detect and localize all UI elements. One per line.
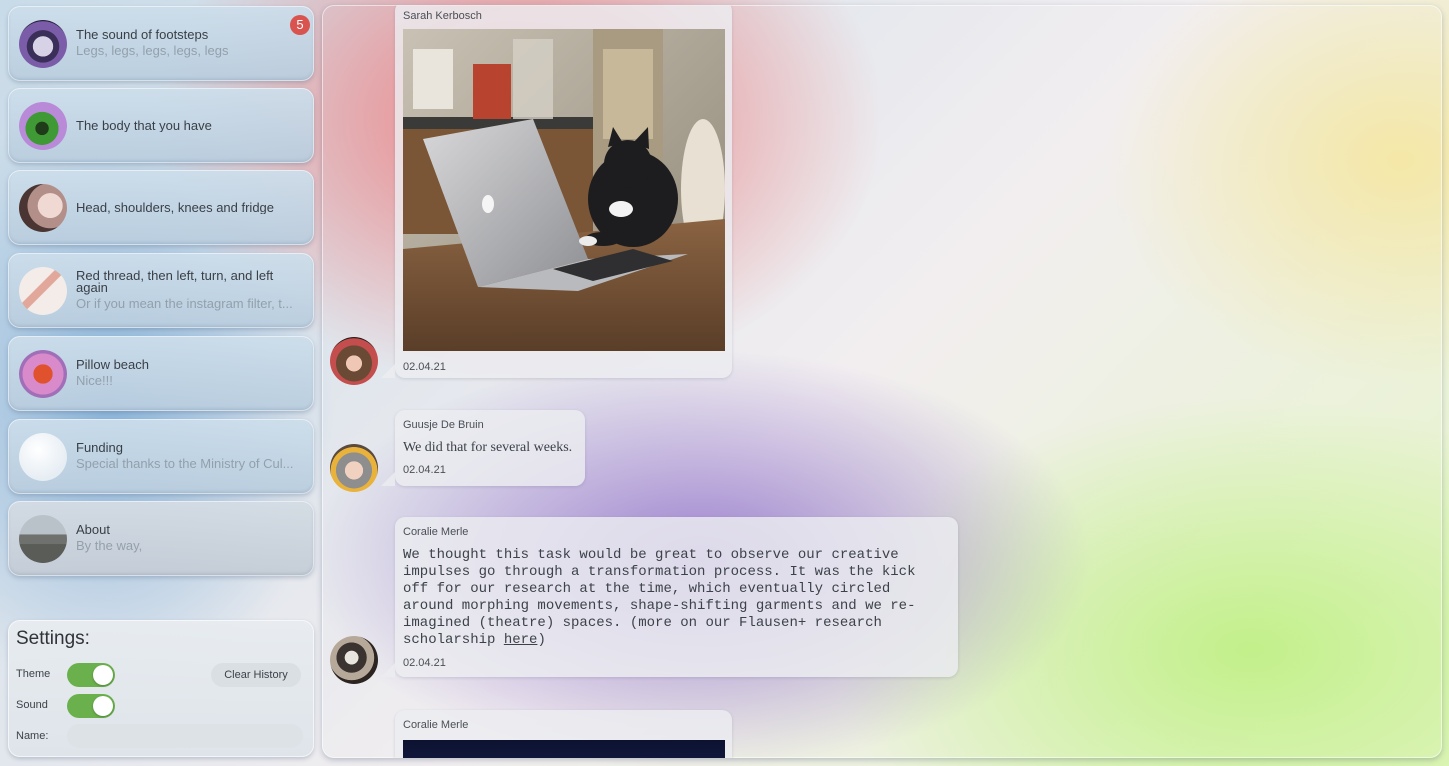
- toggle-knob: [93, 665, 113, 685]
- sound-label: Sound: [16, 699, 48, 711]
- sound-toggle[interactable]: [67, 694, 115, 718]
- funding-avatar-icon: [19, 432, 67, 481]
- chat-title: Head, shoulders, knees and fridge: [76, 201, 275, 214]
- theme-toggle[interactable]: [67, 663, 115, 687]
- chat-preview: Nice!!!: [76, 372, 113, 388]
- coralie-avatar-icon[interactable]: [330, 636, 378, 684]
- clear-history-button[interactable]: Clear History: [211, 663, 301, 687]
- message-line: We thought this task would be great to o…: [403, 547, 899, 563]
- chat-item-head-shoulders[interactable]: Head, shoulders, knees and fridge: [8, 170, 314, 245]
- chat-item-about[interactable]: About By the way,: [8, 501, 314, 576]
- chat-list-sidebar: The sound of footsteps Legs, legs, legs,…: [0, 0, 322, 766]
- message-bubble: Coralie Merle: [395, 710, 732, 758]
- message-bubble: Coralie Merle We thought this task would…: [381, 517, 958, 677]
- chat-preview: Legs, legs, legs, legs, legs: [76, 42, 229, 58]
- pillow-avatar-icon: [19, 349, 67, 398]
- chat-item-funding[interactable]: Funding Special thanks to the Ministry o…: [8, 419, 314, 494]
- body-avatar-icon: [19, 101, 67, 150]
- message-line: imagined (theatre) spaces. (more on our …: [403, 615, 882, 631]
- chat-title: About: [76, 523, 110, 537]
- message-line-end: ): [537, 632, 546, 648]
- message-sender: Guusje De Bruin: [403, 419, 484, 431]
- guusje-avatar-icon[interactable]: [330, 444, 378, 492]
- message-sender: Coralie Merle: [403, 719, 469, 731]
- cat-typing-image-art: [403, 29, 725, 351]
- chat-messages-panel[interactable]: Sarah Kerbosch 02.04.21 Guusje De Bruin …: [322, 5, 1442, 758]
- about-avatar-icon: [19, 514, 67, 563]
- settings-title: Settings:: [16, 628, 90, 649]
- chat-title: Funding: [76, 441, 123, 455]
- message-text: We did that for several weeks.: [403, 440, 573, 455]
- chat-title: Red thread, then left, turn, and left ag…: [76, 269, 274, 295]
- chat-title: Pillow beach: [76, 358, 149, 372]
- footsteps-avatar-icon: [19, 19, 67, 68]
- chat-item-body-you-have[interactable]: The body that you have: [8, 88, 314, 163]
- chat-item-red-thread[interactable]: Red thread, then left, turn, and left ag…: [8, 253, 314, 328]
- message-date: 02.04.21: [403, 657, 446, 669]
- message-sender: Coralie Merle: [403, 526, 469, 538]
- chat-title: The sound of footsteps: [76, 28, 209, 42]
- chat-item-sound-of-footsteps[interactable]: The sound of footsteps Legs, legs, legs,…: [8, 6, 314, 81]
- message-line: scholarship: [403, 632, 504, 648]
- theme-label: Theme: [16, 668, 51, 680]
- message-line: impulses go through a transformation pro…: [403, 564, 916, 580]
- research-link[interactable]: here: [504, 632, 538, 648]
- dark-stage-image[interactable]: [403, 740, 725, 758]
- message-line: around morphing movements, shape-shiftin…: [403, 598, 916, 614]
- chat-preview: Or if you mean the instagram filter, t..…: [76, 295, 293, 311]
- chat-item-pillow-beach[interactable]: Pillow beach Nice!!!: [8, 336, 314, 411]
- message-sender: Sarah Kerbosch: [403, 10, 482, 22]
- toggle-knob: [93, 696, 113, 716]
- name-label: Name:: [16, 730, 49, 742]
- message-bubble: Guusje De Bruin We did that for several …: [381, 410, 585, 486]
- settings-panel: Settings: Theme Clear History Sound Name…: [8, 620, 314, 757]
- message-date: 02.04.21: [403, 361, 446, 373]
- name-input[interactable]: [67, 724, 303, 748]
- chat-preview: Special thanks to the Ministry of Cul...: [76, 455, 294, 471]
- message-text: We thought this task would be great to o…: [403, 547, 940, 649]
- chat-preview: By the way,: [76, 537, 143, 553]
- sarah-avatar-icon[interactable]: [330, 337, 378, 385]
- message-bubble: Sarah Kerbosch 02.04.21: [381, 5, 732, 378]
- message-line: off for our research at the time, which …: [403, 581, 891, 597]
- unread-badge: 5: [290, 15, 310, 35]
- chat-title: The body that you have: [76, 119, 212, 132]
- cat-laptop-image[interactable]: [403, 29, 725, 351]
- message-date: 02.04.21: [403, 464, 446, 476]
- thread-avatar-icon: [19, 266, 67, 315]
- head-avatar-icon: [19, 183, 67, 232]
